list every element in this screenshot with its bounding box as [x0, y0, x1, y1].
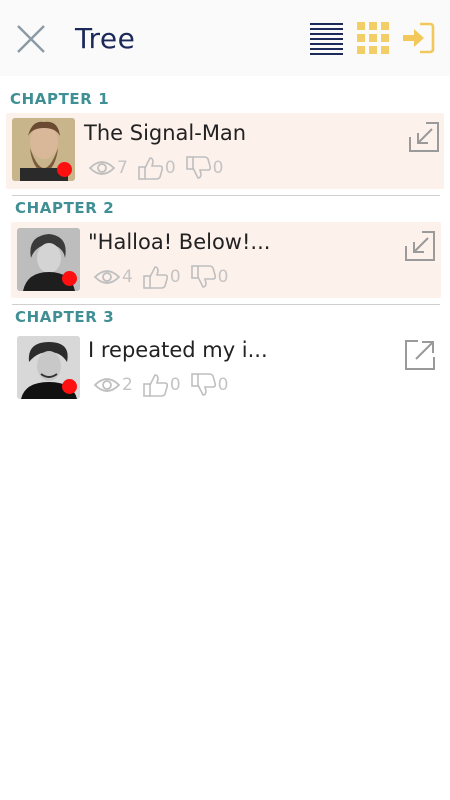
- login-button[interactable]: [400, 20, 436, 56]
- chapter-title: I repeated my i...: [88, 338, 268, 362]
- close-button[interactable]: [14, 22, 48, 56]
- chapter-title: The Signal-Man: [84, 121, 247, 145]
- open-chapter-button[interactable]: [404, 230, 436, 262]
- chapter-stats: 7 0 0: [88, 155, 233, 181]
- eye-icon: [88, 161, 116, 175]
- views-count: 2: [122, 375, 133, 395]
- thumbs-down-icon: [185, 156, 211, 179]
- unread-dot: [57, 162, 72, 177]
- thumbs-down-icon: [190, 373, 216, 396]
- collapse-arrow-icon: [405, 231, 435, 261]
- dislikes-count: 0: [212, 158, 224, 178]
- divider: [12, 195, 440, 196]
- chapter-label: CHAPTER 3: [15, 308, 115, 326]
- divider: [12, 304, 440, 305]
- external-link-icon: [405, 340, 435, 370]
- chapter-title: "Halloa! Below!...: [88, 230, 271, 254]
- eye-icon: [93, 378, 121, 392]
- thumbs-down-icon: [190, 265, 216, 288]
- chapter-stats: 2 0 0: [93, 372, 238, 398]
- dislikes-count: 0: [217, 267, 229, 287]
- views-stat: 2: [93, 375, 133, 395]
- list-view-icon: [310, 23, 343, 55]
- views-stat: 4: [93, 267, 133, 287]
- likes-count: 0: [169, 375, 181, 395]
- chapter-card[interactable]: The Signal-Man 7 0 0: [6, 113, 444, 189]
- likes-stat[interactable]: 0: [143, 373, 181, 397]
- unread-dot: [62, 271, 77, 286]
- open-chapter-button[interactable]: [404, 339, 436, 371]
- views-stat: 7: [88, 158, 128, 178]
- grid-view-icon: [357, 22, 389, 54]
- eye-icon: [93, 270, 121, 284]
- chapter-label: CHAPTER 1: [10, 90, 110, 108]
- dislikes-count: 0: [217, 375, 229, 395]
- chapter-stats: 4 0 0: [93, 264, 238, 290]
- chapter-card[interactable]: "Halloa! Below!... 4 0 0: [11, 222, 441, 298]
- views-count: 7: [117, 158, 128, 178]
- open-chapter-button[interactable]: [408, 121, 440, 153]
- grid-view-button[interactable]: [355, 20, 391, 56]
- collapse-arrow-icon: [409, 122, 439, 152]
- login-icon: [403, 22, 435, 54]
- list-view-button[interactable]: [309, 20, 345, 56]
- thumbs-up-icon: [138, 157, 163, 180]
- close-icon: [17, 25, 45, 53]
- likes-stat[interactable]: 0: [143, 265, 181, 289]
- thumbs-up-icon: [143, 266, 168, 289]
- thumbs-up-icon: [143, 374, 168, 397]
- page-title: Tree: [75, 22, 136, 55]
- views-count: 4: [122, 267, 133, 287]
- unread-dot: [62, 379, 77, 394]
- likes-count: 0: [164, 158, 176, 178]
- chapter-label: CHAPTER 2: [15, 199, 115, 217]
- dislikes-stat[interactable]: 0: [190, 373, 229, 397]
- dislikes-stat[interactable]: 0: [185, 156, 224, 180]
- likes-count: 0: [169, 267, 181, 287]
- dislikes-stat[interactable]: 0: [190, 265, 229, 289]
- app-header: Tree: [0, 0, 450, 76]
- chapter-card[interactable]: I repeated my i... 2 0 0: [11, 331, 441, 407]
- likes-stat[interactable]: 0: [138, 156, 176, 180]
